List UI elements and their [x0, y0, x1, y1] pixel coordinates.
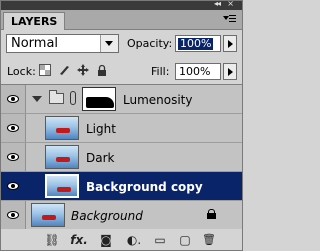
lock-all-icon[interactable] [96, 64, 108, 76]
layers-list: Lumenosity Light Dark Background copy Ba… [1, 84, 242, 230]
layer-row-selected[interactable]: Background copy [1, 172, 242, 201]
adjustment-layer-icon[interactable]: ◐. [125, 232, 143, 248]
layer-thumbnail [45, 116, 79, 140]
lock-transparent-pixels-icon[interactable] [39, 64, 51, 76]
folder-icon [49, 90, 64, 104]
layer-thumbnail [45, 145, 79, 169]
layer-name[interactable]: Lumenosity [123, 93, 193, 107]
collapse-icon[interactable]: ◂◂ [214, 0, 221, 8]
add-mask-icon[interactable]: ◙ [98, 232, 114, 248]
layer-mask-thumbnail[interactable] [82, 87, 116, 111]
layer-row-group[interactable]: Lumenosity [1, 85, 242, 114]
opacity-value: 100% [178, 37, 214, 50]
layer-row-background[interactable]: Background [1, 201, 242, 230]
lock-icon [207, 209, 216, 219]
lock-image-pixels-icon[interactable] [58, 64, 70, 76]
layer-row[interactable]: Light [1, 114, 242, 143]
layer-row[interactable]: Dark [1, 143, 242, 172]
delete-layer-icon[interactable]: 🗑 [201, 232, 217, 248]
fill-label: Fill: [151, 65, 170, 78]
lock-position-icon[interactable] [77, 64, 89, 76]
layers-panel: ◂◂ × LAYERS Normal Opacity: 100% Lock: F… [0, 0, 243, 251]
panel-titlebar: ◂◂ × [1, 0, 242, 10]
fx-icon[interactable]: fx. [69, 232, 89, 248]
eye-icon[interactable] [6, 181, 20, 191]
new-layer-icon[interactable]: ▢ [177, 232, 193, 248]
fill-slider-button[interactable] [223, 63, 237, 80]
blend-mode-value: Normal [11, 36, 59, 51]
tab-row: LAYERS [1, 10, 242, 30]
eye-icon[interactable] [6, 152, 20, 162]
expand-triangle-icon[interactable] [32, 96, 42, 102]
eye-icon[interactable] [6, 94, 20, 104]
layer-thumbnail [31, 203, 65, 227]
opacity-label: Opacity: [127, 37, 173, 50]
layers-toolbar: ⛓ fx. ◙ ◐. ▭ ▢ 🗑 [1, 229, 242, 250]
fill-input[interactable]: 100% [175, 63, 221, 80]
opacity-input[interactable]: 100% [175, 35, 221, 52]
layer-thumbnail [45, 174, 79, 198]
close-icon[interactable]: × [227, 0, 234, 8]
new-group-icon[interactable]: ▭ [152, 232, 168, 248]
layer-name[interactable]: Background copy [86, 180, 203, 194]
lock-label: Lock: [7, 65, 36, 78]
blend-mode-select[interactable]: Normal [6, 34, 119, 53]
tab-layers[interactable]: LAYERS [3, 12, 66, 30]
eye-icon[interactable] [6, 123, 20, 133]
layer-name[interactable]: Dark [86, 151, 114, 165]
panel-menu-icon[interactable] [223, 14, 237, 25]
layer-name[interactable]: Background [71, 209, 143, 223]
layer-name[interactable]: Light [86, 122, 116, 136]
eye-icon[interactable] [6, 210, 20, 220]
link-layers-icon[interactable]: ⛓ [44, 232, 60, 248]
opacity-slider-button[interactable] [223, 35, 237, 52]
chevron-down-icon[interactable] [100, 35, 118, 52]
link-icon[interactable] [70, 91, 76, 105]
